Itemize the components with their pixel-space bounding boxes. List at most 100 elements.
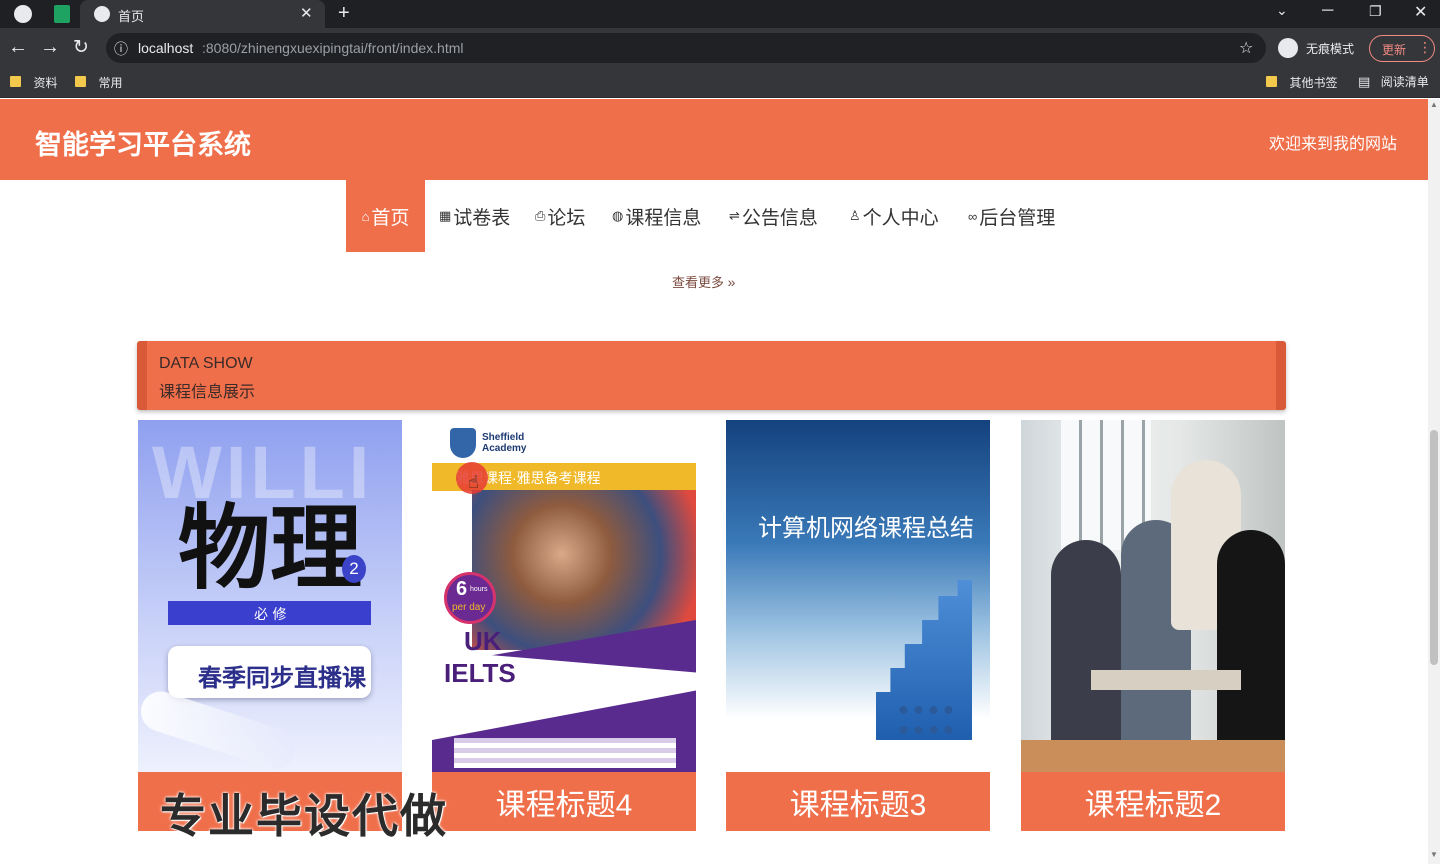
course-card[interactable]: 计算机网络课程总结 课程标题3 bbox=[726, 420, 990, 831]
folder-icon bbox=[75, 76, 86, 87]
user-icon: ♙ bbox=[849, 208, 861, 223]
image-text: 2 bbox=[342, 555, 366, 583]
image-text: 计算机网络课程总结 bbox=[758, 515, 974, 542]
nav-courses[interactable]: ◍ 课程信息 bbox=[612, 180, 701, 252]
nav-exam[interactable]: ▦ 试卷表 bbox=[439, 180, 510, 252]
image-text: 必 修 bbox=[254, 607, 287, 623]
scrollbar-thumb[interactable] bbox=[1430, 430, 1438, 665]
incognito-badge[interactable]: 无痕模式 bbox=[1276, 36, 1360, 60]
close-window-icon[interactable]: ✕ bbox=[1414, 2, 1427, 22]
reading-list-icon: ▤ bbox=[1358, 74, 1371, 89]
folder-icon bbox=[1266, 76, 1277, 87]
welcome-text: 欢迎来到我的网站 bbox=[1268, 136, 1397, 153]
url-host: localhost bbox=[138, 40, 194, 56]
bookmark-folder-ziliao[interactable]: 资料 bbox=[10, 74, 57, 92]
grid-icon: ▦ bbox=[439, 208, 452, 223]
scroll-down-icon[interactable]: ▼ bbox=[1430, 850, 1438, 859]
nav-forum[interactable]: ⎙ 论坛 bbox=[535, 180, 585, 252]
course-image[interactable]: 计算机网络课程总结 bbox=[726, 420, 990, 772]
nav-home[interactable]: ⌂ 首页 bbox=[346, 180, 425, 252]
address-bar[interactable]: ⓘ localhost :8080/zhinengxuexipingtai/fr… bbox=[106, 33, 1266, 63]
new-tab-icon[interactable]: + bbox=[338, 2, 350, 25]
sliders-icon: ⇌ bbox=[729, 208, 740, 223]
section-title-en: DATA SHOW bbox=[159, 355, 253, 372]
bookmark-folder-changyong[interactable]: 常用 bbox=[75, 74, 122, 92]
nav-label: 首页 bbox=[371, 207, 410, 229]
reading-list[interactable]: ▤ 阅读清单 bbox=[1358, 73, 1429, 91]
image-text: UK bbox=[464, 626, 502, 656]
table-shape bbox=[1091, 670, 1241, 690]
browser-profile-icon[interactable] bbox=[14, 5, 32, 23]
image-text: Sheffield Academy bbox=[482, 432, 527, 454]
view-more-label: 查看更多 bbox=[672, 275, 725, 290]
student-shape bbox=[1217, 530, 1285, 772]
course-image[interactable]: Sheffield Academy 雅思课程·雅思备考课程 6 hours pe… bbox=[432, 420, 696, 772]
floor-shape bbox=[1021, 740, 1285, 772]
student-shape bbox=[1051, 540, 1121, 750]
bookmark-label: 资料 bbox=[33, 76, 58, 90]
restore-icon[interactable]: ❐ bbox=[1369, 3, 1382, 20]
nav-label: 试卷表 bbox=[453, 207, 511, 229]
nav-label: 后台管理 bbox=[979, 207, 1056, 229]
bookmarks-bar bbox=[0, 68, 1440, 98]
course-card[interactable]: WILLI 物理 2 必 修 春季同步直播课 bbox=[138, 420, 402, 831]
double-chevron-right-icon: » bbox=[727, 274, 736, 290]
incognito-label: 无痕模式 bbox=[1306, 42, 1355, 56]
update-button[interactable]: 更新 ⋮ bbox=[1369, 35, 1435, 62]
globe-icon: ◍ bbox=[612, 208, 624, 223]
nav-label: 个人中心 bbox=[862, 207, 939, 229]
section-header bbox=[137, 341, 1286, 410]
course-card[interactable]: Sheffield Academy 雅思课程·雅思备考课程 6 hours pe… bbox=[432, 420, 696, 831]
schedule-table bbox=[454, 738, 676, 768]
nav-admin[interactable]: ∞ 后台管理 bbox=[968, 180, 1055, 252]
sheets-app-icon[interactable] bbox=[54, 5, 70, 23]
forward-icon[interactable]: → bbox=[40, 36, 60, 59]
reading-list-label: 阅读清单 bbox=[1380, 75, 1429, 89]
hours-badge bbox=[444, 572, 496, 624]
people-silhouettes bbox=[896, 700, 956, 740]
image-text: 物理 bbox=[178, 494, 363, 602]
nav-profile[interactable]: ♙ 个人中心 bbox=[849, 180, 939, 252]
tab-search-icon[interactable]: ⌄ bbox=[1276, 2, 1288, 19]
minimize-icon[interactable]: ─ bbox=[1322, 2, 1333, 20]
course-title[interactable]: 课程标题2 bbox=[1021, 772, 1285, 831]
course-title[interactable]: 课程标题3 bbox=[726, 772, 990, 831]
bookmark-star-icon[interactable]: ☆ bbox=[1239, 38, 1253, 58]
back-icon[interactable]: ← bbox=[8, 36, 28, 59]
course-image[interactable]: WILLI 物理 2 必 修 春季同步直播课 bbox=[138, 420, 402, 772]
url-path: :8080/zhinengxuexipingtai/front/index.ht… bbox=[202, 40, 464, 56]
close-tab-icon[interactable]: ✕ bbox=[300, 4, 313, 22]
incognito-icon bbox=[1278, 38, 1298, 58]
folder-icon bbox=[10, 76, 21, 87]
image-text: 6 bbox=[456, 578, 468, 600]
info-icon[interactable]: ⓘ bbox=[114, 39, 128, 59]
site-title: 智能学习平台系统 bbox=[35, 130, 251, 160]
section-title-cn: 课程信息展示 bbox=[159, 384, 256, 401]
print-icon: ⎙ bbox=[535, 208, 546, 223]
image-text: IELTS bbox=[444, 658, 516, 688]
nav-label: 公告信息 bbox=[741, 207, 818, 229]
scroll-up-icon[interactable]: ▲ bbox=[1430, 100, 1438, 109]
image-text: per day bbox=[452, 602, 486, 613]
course-card[interactable]: 课程标题2 bbox=[1021, 420, 1285, 831]
course-image[interactable] bbox=[1021, 420, 1285, 772]
other-bookmarks[interactable]: 其他书签 bbox=[1266, 74, 1337, 92]
view-more-link[interactable]: 查看更多 » bbox=[672, 272, 735, 291]
update-label: 更新 bbox=[1382, 43, 1407, 57]
reload-icon[interactable]: ↻ bbox=[73, 36, 89, 59]
link-icon: ∞ bbox=[968, 208, 978, 224]
tab-home[interactable]: 首页 ✕ bbox=[80, 0, 325, 28]
watermark-overlay: 专业毕设代做 bbox=[160, 790, 448, 842]
bookmark-label: 常用 bbox=[98, 76, 123, 90]
course-title[interactable]: 课程标题4 bbox=[432, 772, 696, 831]
nav-label: 课程信息 bbox=[625, 207, 702, 229]
airplane-shape bbox=[138, 686, 301, 772]
tab-title: 首页 bbox=[118, 9, 145, 24]
other-bookmarks-label: 其他书签 bbox=[1289, 76, 1338, 90]
home-icon: ⌂ bbox=[361, 208, 370, 224]
shield-icon bbox=[450, 428, 476, 458]
menu-dots-icon: ⋮ bbox=[1418, 39, 1432, 55]
nav-label: 论坛 bbox=[547, 207, 586, 229]
nav-notices[interactable]: ⇌ 公告信息 bbox=[729, 180, 818, 252]
image-text: 春季同步直播课 bbox=[198, 663, 366, 692]
